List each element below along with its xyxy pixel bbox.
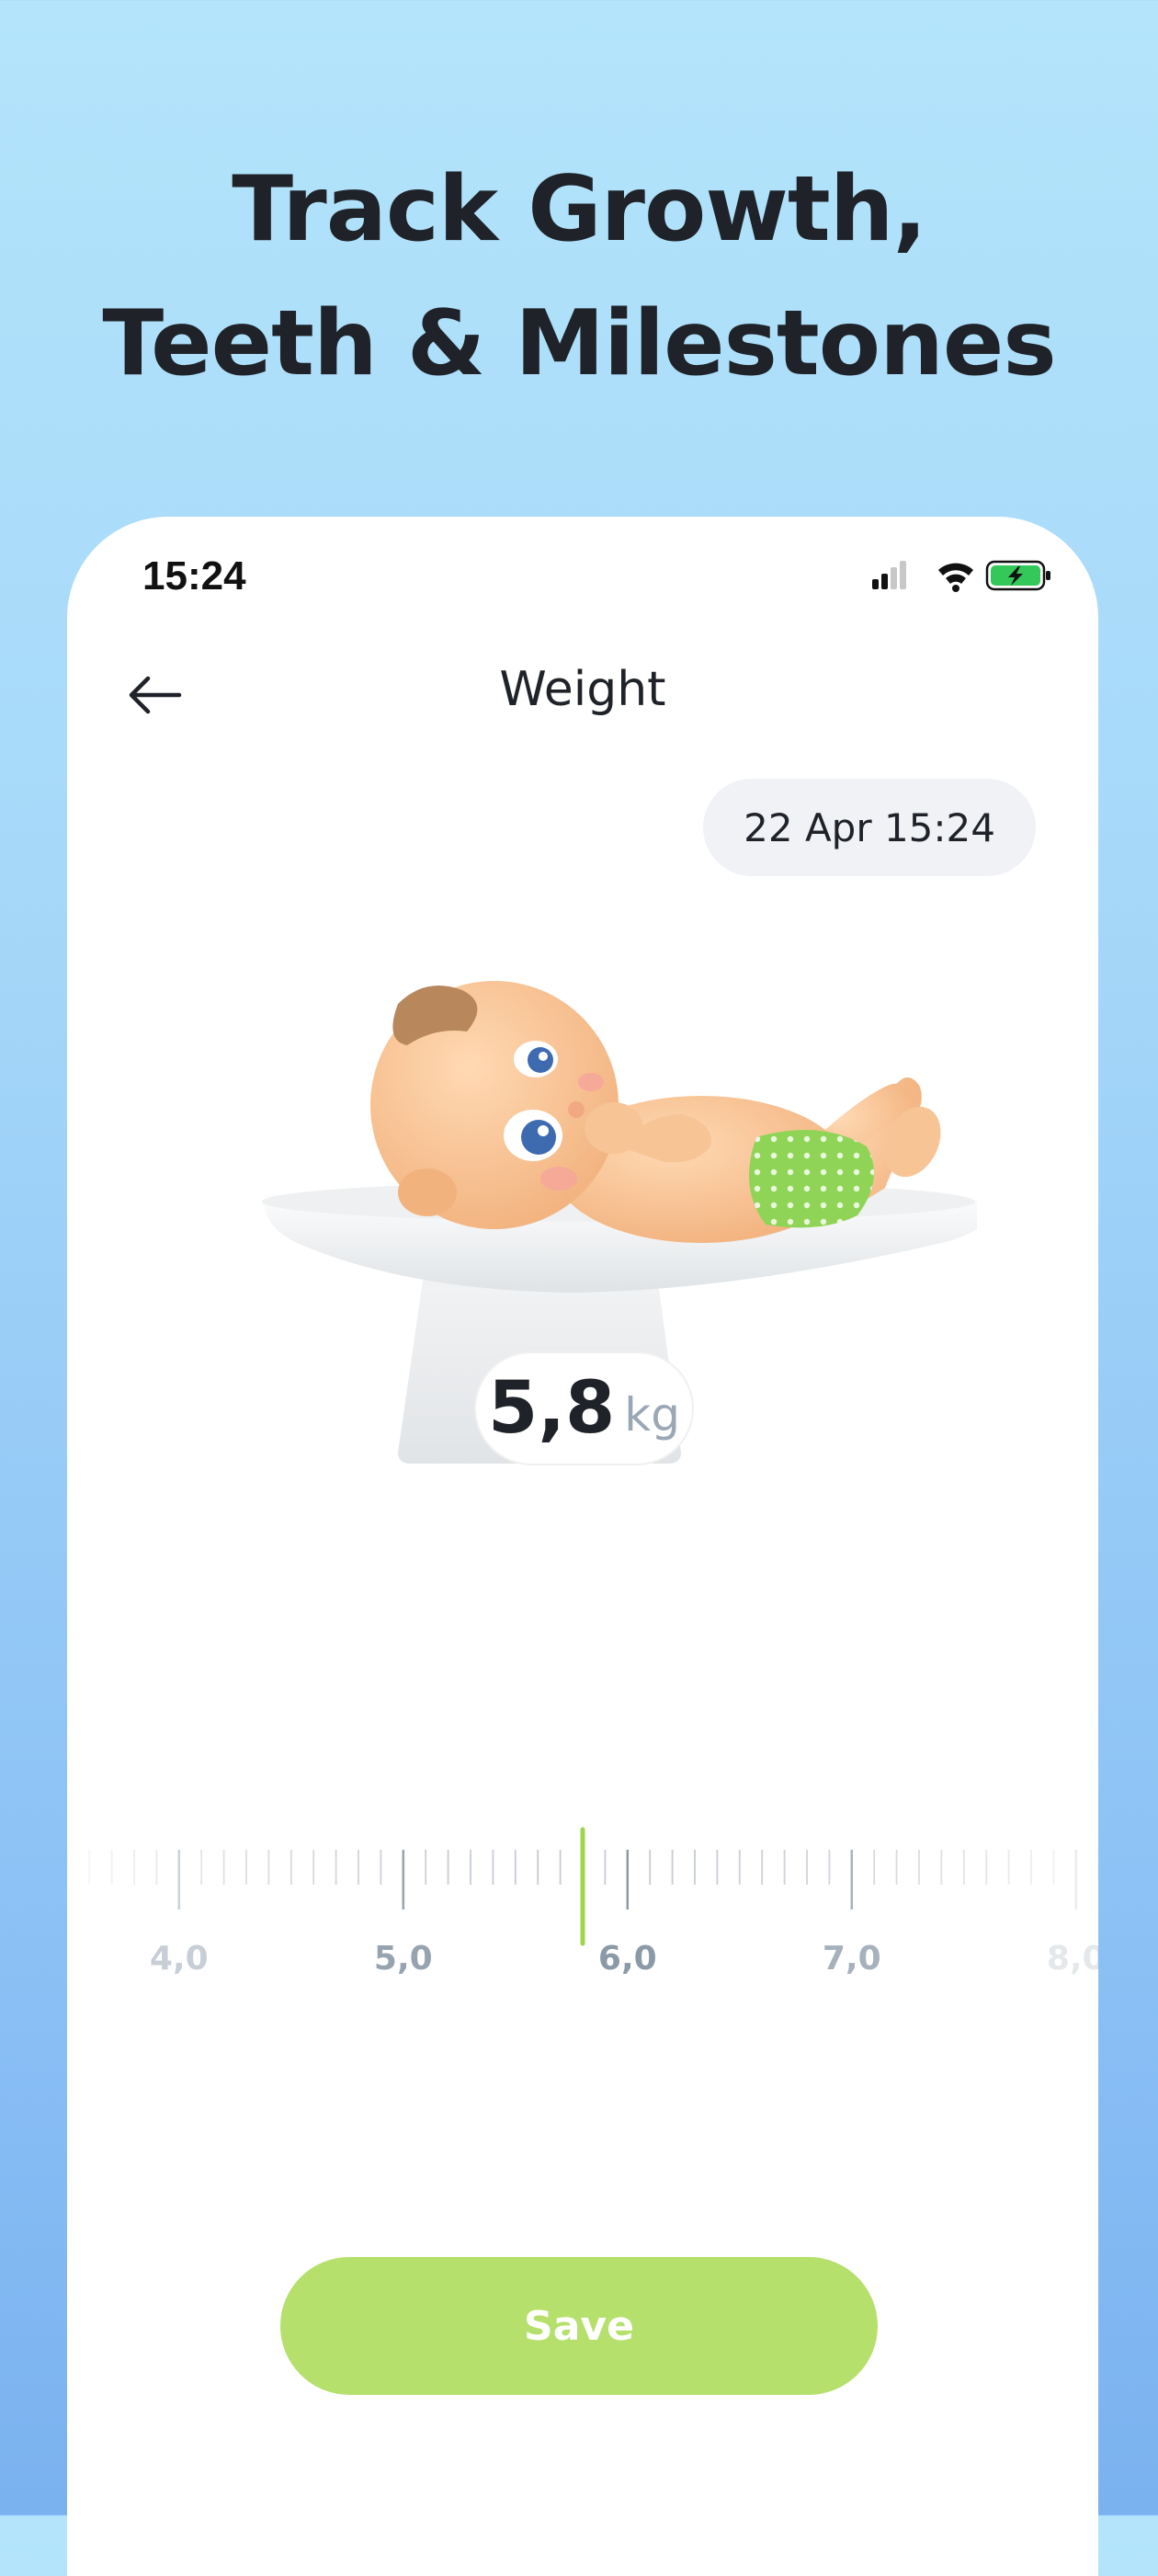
cellular-signal-icon xyxy=(872,561,906,589)
ruler-label: 4,0 xyxy=(150,1940,209,1978)
weight-display: 5,8 kg xyxy=(476,1353,692,1464)
marketing-headline: Track Growth, Teeth & Milestones xyxy=(0,142,1158,411)
save-button-label: Save xyxy=(524,2302,634,2350)
battery-charging-icon xyxy=(985,560,1050,591)
ruler-label: 8,0 xyxy=(1047,1940,1098,1978)
status-time: 15:24 xyxy=(142,553,246,598)
status-bar-icons xyxy=(872,560,1050,592)
weight-unit: kg xyxy=(624,1388,680,1442)
date-time-value: 22 Apr 15:24 xyxy=(744,804,995,850)
phone-screen: 15:24 Weight 22 Apr 15:24 5,8 kg 4,0 5,0… xyxy=(67,517,1098,2576)
date-time-selector[interactable]: 22 Apr 15:24 xyxy=(703,779,1036,876)
save-button[interactable]: Save xyxy=(280,2257,878,2395)
headline-line-1: Track Growth, xyxy=(232,157,926,262)
ruler-label: 7,0 xyxy=(823,1940,881,1978)
ruler-label: 6,0 xyxy=(598,1940,657,1978)
page-title: Weight xyxy=(499,662,666,717)
ruler-label: 5,0 xyxy=(374,1940,433,1978)
headline-line-2: Teeth & Milestones xyxy=(102,291,1056,396)
weight-ruler-slider[interactable]: 4,0 5,0 6,0 7,0 8,0 xyxy=(67,1822,1098,1988)
wifi-icon xyxy=(938,563,973,592)
weight-value: 5,8 xyxy=(488,1367,616,1450)
